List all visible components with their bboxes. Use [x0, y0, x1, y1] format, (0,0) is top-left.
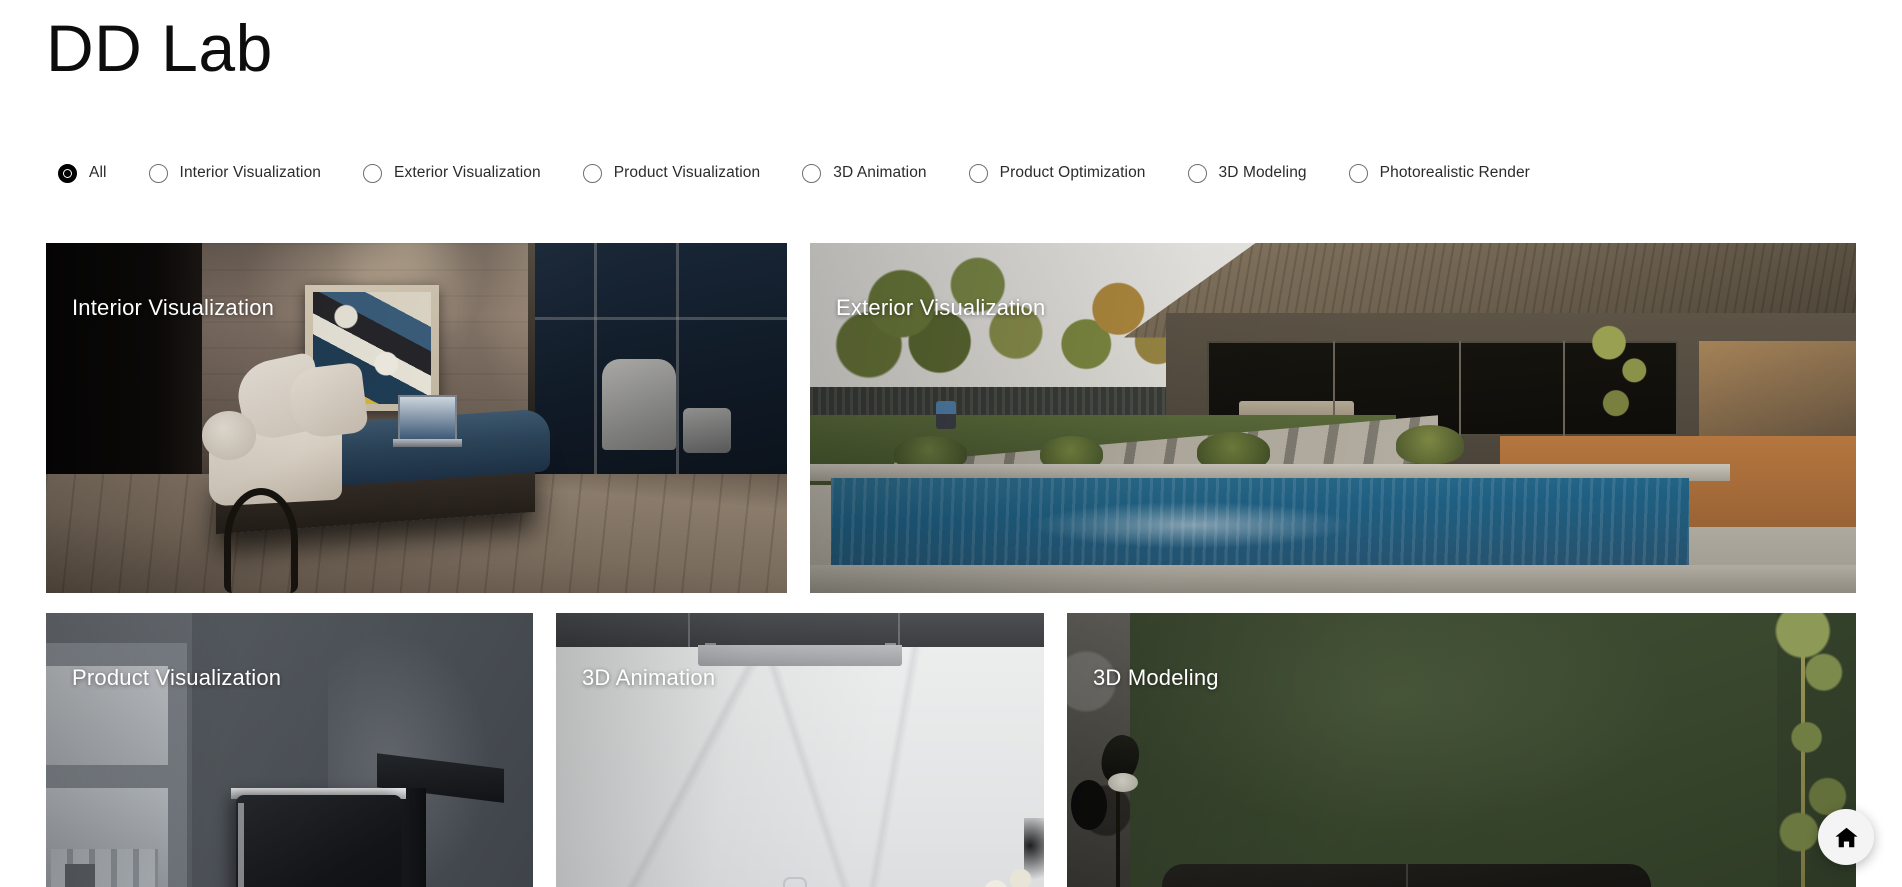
gallery-card-3d-modeling[interactable]: 3D Modeling	[1067, 613, 1856, 887]
gallery-card-exterior-visualization[interactable]: Exterior Visualization	[810, 243, 1856, 593]
filter-option-3d-modeling[interactable]: 3D Modeling	[1187, 163, 1307, 183]
radio-icon[interactable]	[363, 163, 383, 183]
gallery-row-1: Interior Visualization Exterior Visualiz…	[46, 243, 1856, 593]
filter-label: 3D Modeling	[1218, 164, 1307, 181]
filter-label: Photorealistic Render	[1379, 164, 1530, 181]
category-filter-bar: All Interior Visualization Exterior Visu…	[58, 158, 1530, 188]
filter-label: Product Optimization	[999, 164, 1146, 181]
filter-option-product-visualization[interactable]: Product Visualization	[582, 163, 761, 183]
radio-icon[interactable]	[802, 163, 822, 183]
filter-option-interior-visualization[interactable]: Interior Visualization	[148, 163, 322, 183]
filter-option-exterior-visualization[interactable]: Exterior Visualization	[363, 163, 541, 183]
card-image-pool-house	[810, 243, 1856, 593]
radio-icon[interactable]	[968, 163, 988, 183]
radio-selected-icon[interactable]	[58, 163, 77, 183]
gallery-card-product-visualization[interactable]: Product Visualization	[46, 613, 533, 887]
filter-label: Interior Visualization	[179, 164, 322, 181]
gallery-card-3d-animation[interactable]: 3D Animation	[556, 613, 1044, 887]
gallery-row-2: Product Visualization 3D Animation 3D Mo…	[46, 613, 1856, 887]
card-image-grey-room-appliance	[46, 613, 533, 887]
project-gallery: Interior Visualization Exterior Visualiz…	[46, 243, 1856, 887]
page-title: DD Lab	[46, 11, 273, 85]
home-button[interactable]	[1818, 809, 1874, 865]
radio-icon[interactable]	[1187, 163, 1207, 183]
radio-icon[interactable]	[1348, 163, 1368, 183]
gallery-card-interior-visualization[interactable]: Interior Visualization	[46, 243, 787, 593]
radio-icon[interactable]	[148, 163, 168, 183]
filter-option-3d-animation[interactable]: 3D Animation	[802, 163, 927, 183]
filter-label: 3D Animation	[833, 164, 927, 181]
card-image-bedroom-night	[46, 243, 787, 593]
card-image-green-wall-sofa	[1067, 613, 1856, 887]
filter-option-product-optimization[interactable]: Product Optimization	[968, 163, 1146, 183]
card-image-marble-kitchen	[556, 613, 1044, 887]
portfolio-page: DD Lab All Interior Visualization Exteri…	[0, 0, 1902, 887]
home-icon	[1834, 825, 1859, 850]
filter-option-all[interactable]: All	[58, 163, 107, 183]
filter-option-photorealistic-render[interactable]: Photorealistic Render	[1348, 163, 1530, 183]
filter-label: Exterior Visualization	[394, 164, 541, 181]
radio-icon[interactable]	[582, 163, 602, 183]
filter-label: Product Visualization	[613, 164, 761, 181]
filter-label: All	[89, 164, 107, 181]
